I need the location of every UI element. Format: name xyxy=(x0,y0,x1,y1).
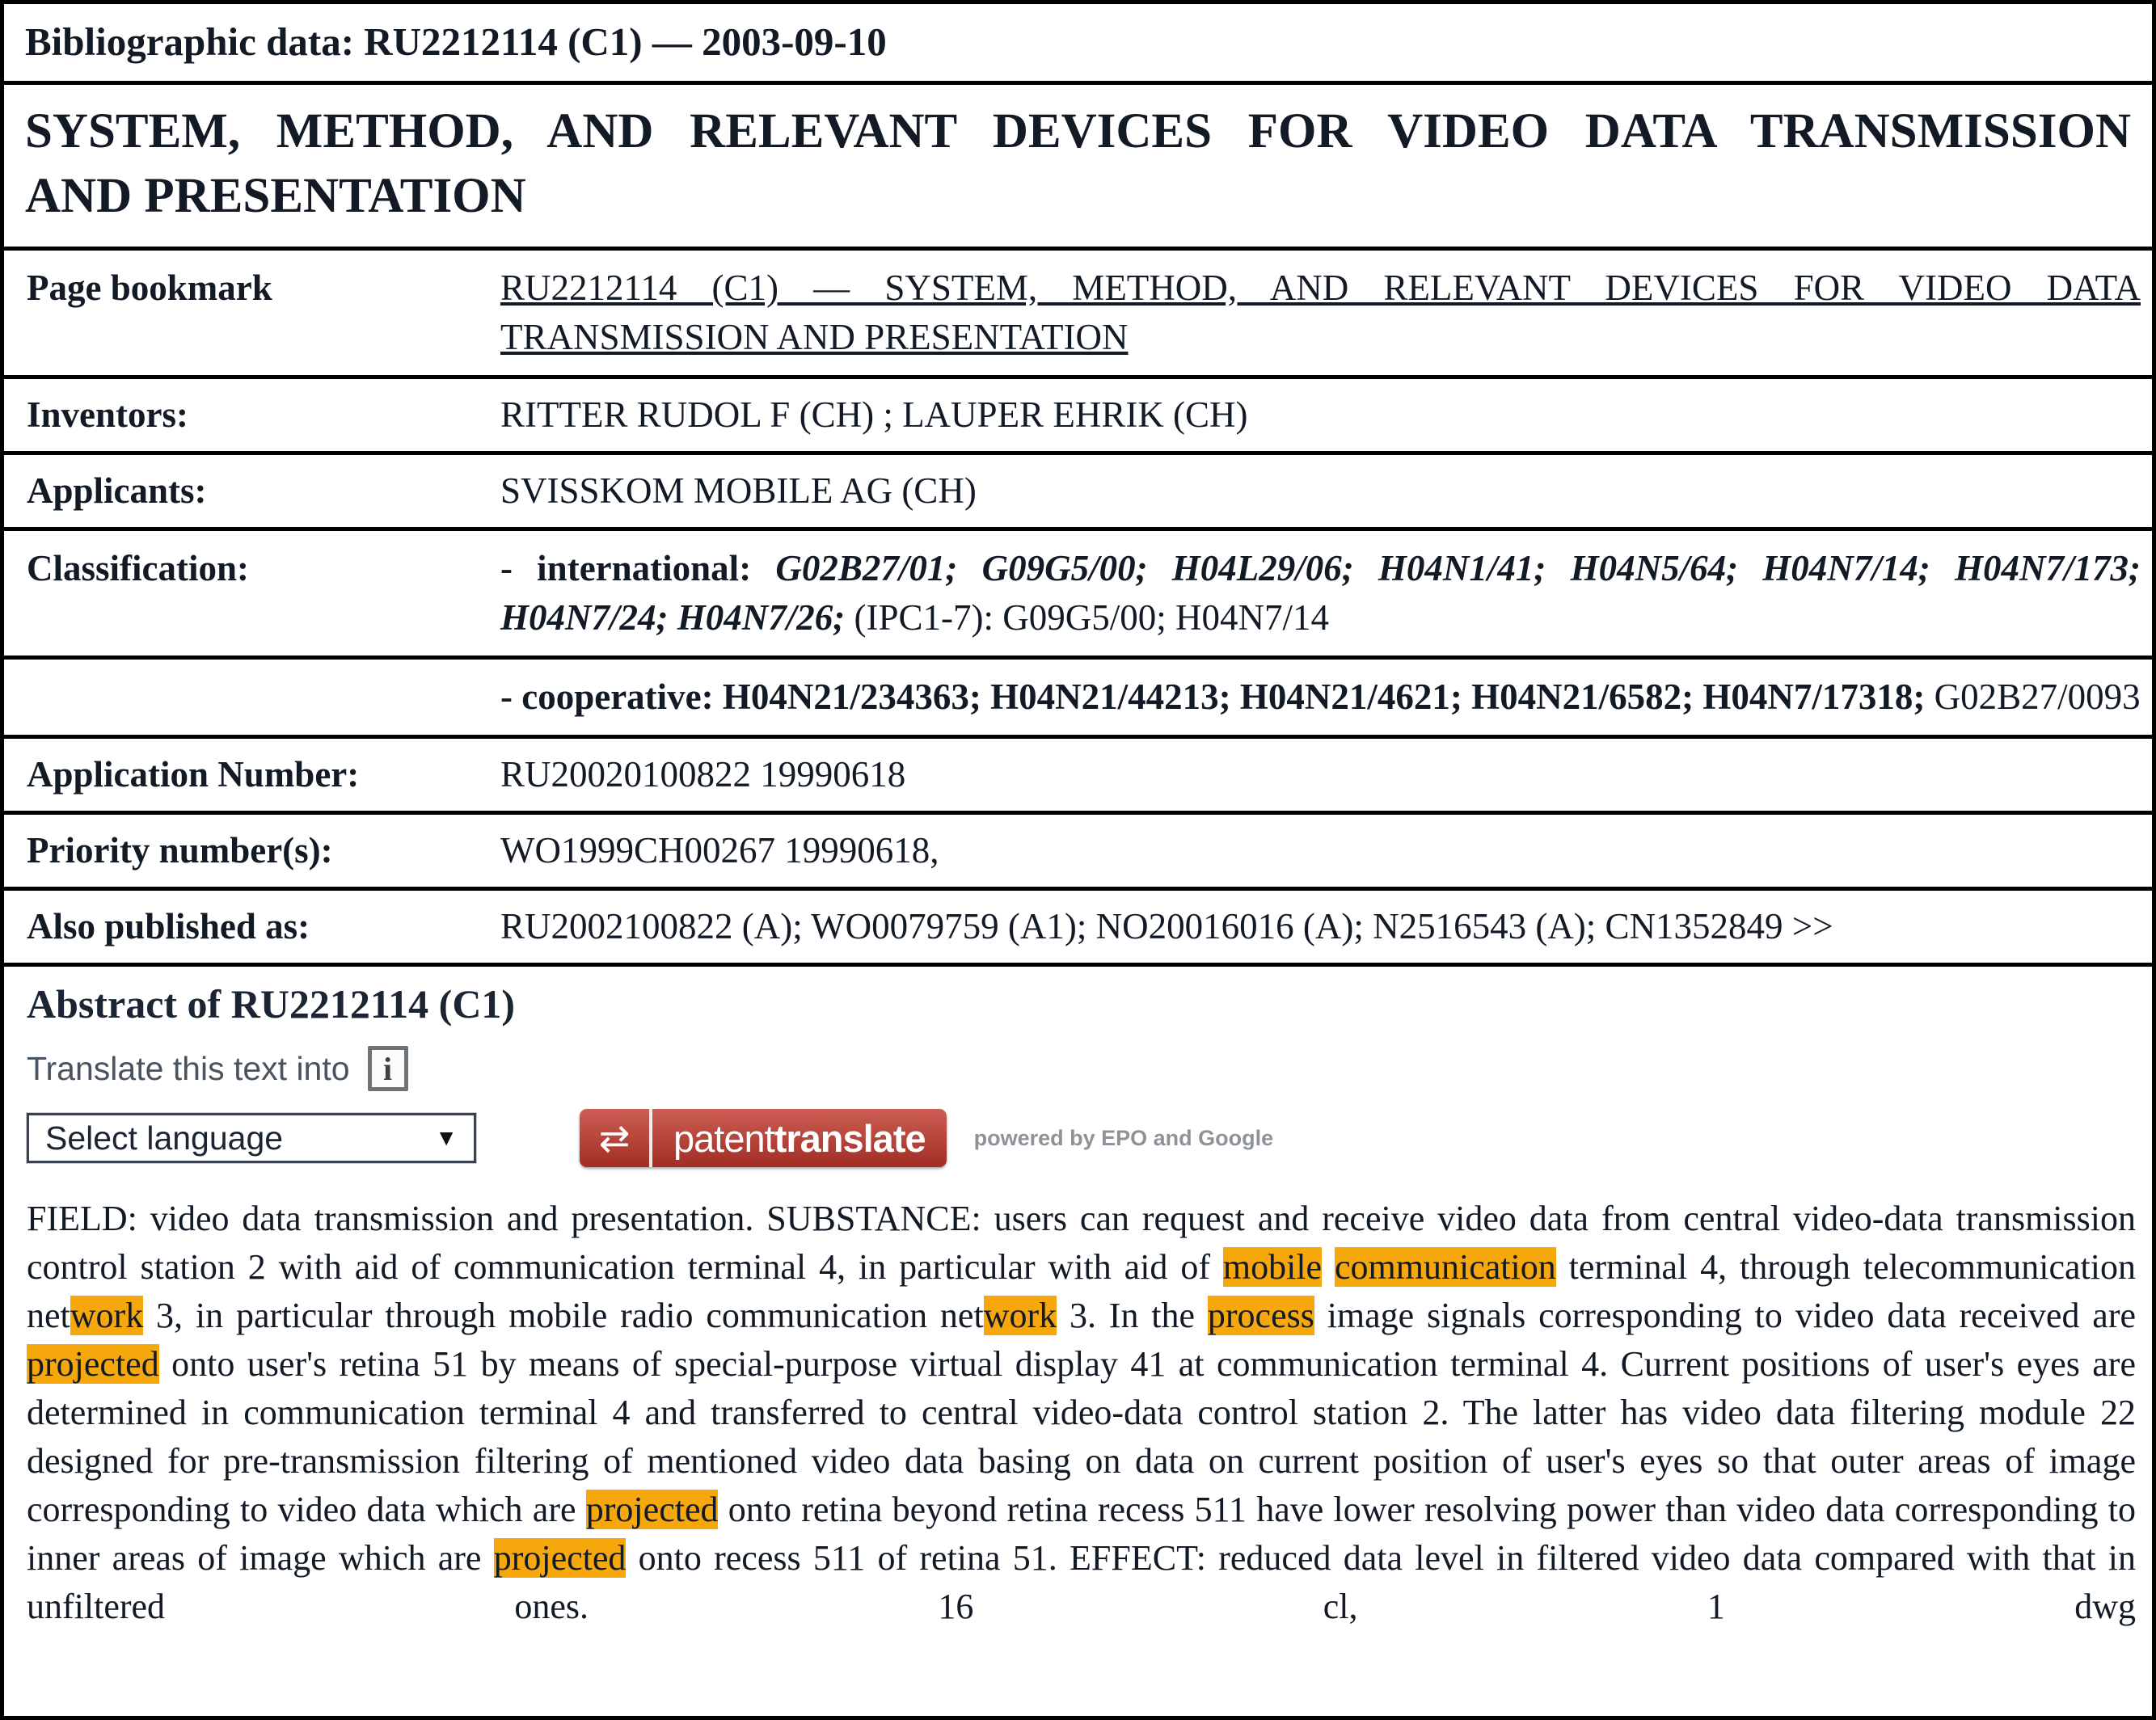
highlighted-term: process xyxy=(1208,1296,1314,1335)
priority-numbers-value: WO1999CH00267 19990618, xyxy=(491,815,2152,887)
also-published-as-label: Also published as: xyxy=(4,891,491,963)
bibliographic-data-page: Bibliographic data: RU2212114 (C1) — 200… xyxy=(0,0,2156,1720)
swap-arrows-icon: ⇄ xyxy=(580,1109,652,1167)
patenttranslate-button[interactable]: ⇄ patenttranslate xyxy=(580,1109,947,1167)
inventors-value: RITTER RUDOL F (CH) ; LAUPER EHRIK (CH) xyxy=(491,379,2152,451)
highlighted-term: work xyxy=(70,1296,143,1335)
highlighted-term: projected xyxy=(27,1344,159,1384)
classification-international-row: Classification: - international: G02B27/… xyxy=(4,531,2152,660)
patent-title: SYSTEM, METHOD, AND RELEVANT DEVICES FOR… xyxy=(4,85,2152,251)
classification-cooperative-label xyxy=(4,660,491,735)
translate-row: Translate this text into i xyxy=(27,1046,2139,1091)
classification-label: Classification: xyxy=(4,531,491,656)
application-number-row: Application Number: RU20020100822 199906… xyxy=(4,739,2152,815)
highlighted-term: communication xyxy=(1335,1247,1556,1287)
classification-cooperative-value: - cooperative: H04N21/234363; H04N21/442… xyxy=(491,660,2152,735)
patenttranslate-wordmark: patenttranslate xyxy=(652,1109,947,1167)
applicants-label: Applicants: xyxy=(4,455,491,527)
also-published-as-list: RU2002100822 (A); WO0079759 (A1); NO2001… xyxy=(500,906,1783,946)
highlighted-term: projected xyxy=(494,1538,627,1578)
page-bookmark-label: Page bookmark xyxy=(4,251,491,375)
cooperative-rest: G02B27/0093 xyxy=(1934,677,2141,717)
patenttranslate-wordmark-normal: patent xyxy=(673,1116,774,1161)
classification-international-value: - international: G02B27/01; G09G5/00; H0… xyxy=(491,531,2152,656)
international-ipc17: (IPC1-7): G09G5/00; H04N7/14 xyxy=(854,597,1328,638)
cooperative-codes: H04N21/234363; H04N21/44213; H04N21/4621… xyxy=(723,677,1934,717)
patent-title-line-2: AND PRESENTATION xyxy=(25,164,2131,229)
cooperative-prefix: - cooperative: xyxy=(500,677,723,717)
page-bookmark-link[interactable]: RU2212114 (C1) — SYSTEM, METHOD, AND REL… xyxy=(500,268,2141,357)
priority-numbers-label: Priority number(s): xyxy=(4,815,491,887)
language-select[interactable]: Select language ▼ xyxy=(27,1113,476,1163)
abstract-text-segment: 3. In the xyxy=(1057,1296,1208,1335)
also-published-more-link[interactable]: >> xyxy=(1783,906,1833,946)
inventors-row: Inventors: RITTER RUDOL F (CH) ; LAUPER … xyxy=(4,379,2152,455)
patent-title-line-1: SYSTEM, METHOD, AND RELEVANT DEVICES FOR… xyxy=(25,99,2131,164)
page-bookmark-value: RU2212114 (C1) — SYSTEM, METHOD, AND REL… xyxy=(491,251,2152,375)
applicants-row: Applicants: SVISSKOM MOBILE AG (CH) xyxy=(4,455,2152,531)
page-title: Bibliographic data: RU2212114 (C1) — 200… xyxy=(4,4,2152,85)
abstract-text-segment xyxy=(1322,1247,1335,1287)
highlighted-term: mobile xyxy=(1223,1247,1322,1287)
international-prefix: - international: xyxy=(500,548,775,588)
inventors-label: Inventors: xyxy=(4,379,491,451)
abstract-paragraph: FIELD: video data transmission and prese… xyxy=(27,1195,2139,1631)
page-bookmark-row: Page bookmark RU2212114 (C1) — SYSTEM, M… xyxy=(4,251,2152,379)
classification-cooperative-row: - cooperative: H04N21/234363; H04N21/442… xyxy=(4,660,2152,739)
translate-controls-row: Select language ▼ ⇄ patenttranslate powe… xyxy=(27,1109,2139,1167)
abstract-section: Abstract of RU2212114 (C1) Translate thi… xyxy=(4,967,2152,1716)
info-icon[interactable]: i xyxy=(368,1046,408,1091)
abstract-heading: Abstract of RU2212114 (C1) xyxy=(27,981,2139,1027)
abstract-text-segment: image signals corresponding to video dat… xyxy=(1314,1296,2136,1335)
application-number-label: Application Number: xyxy=(4,739,491,811)
chevron-down-icon: ▼ xyxy=(435,1125,458,1151)
highlighted-term: work xyxy=(984,1296,1057,1335)
abstract-text-segment: 3, in particular through mobile radio co… xyxy=(143,1296,983,1335)
also-published-as-row: Also published as: RU2002100822 (A); WO0… xyxy=(4,891,2152,967)
highlighted-term: projected xyxy=(586,1490,719,1529)
also-published-as-value: RU2002100822 (A); WO0079759 (A1); NO2001… xyxy=(491,891,2152,963)
applicants-value: SVISSKOM MOBILE AG (CH) xyxy=(491,455,2152,527)
priority-numbers-row: Priority number(s): WO1999CH00267 199906… xyxy=(4,815,2152,891)
patenttranslate-wordmark-bold: translate xyxy=(774,1116,926,1161)
patenttranslate-tagline: powered by EPO and Google xyxy=(974,1126,1274,1151)
language-select-value: Select language xyxy=(45,1119,283,1157)
application-number-value: RU20020100822 19990618 xyxy=(491,739,2152,811)
translate-label: Translate this text into xyxy=(27,1050,350,1088)
